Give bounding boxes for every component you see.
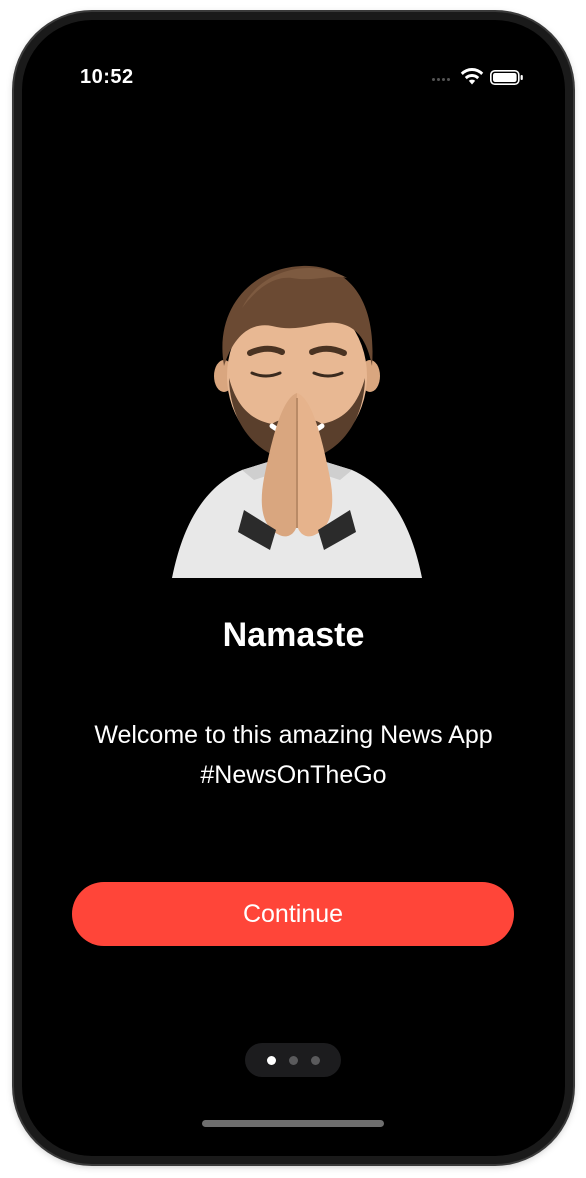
home-indicator[interactable]: [202, 1120, 384, 1127]
welcome-subtitle: Welcome to this amazing News App #NewsOn…: [94, 721, 493, 789]
status-bar: 10:52: [22, 20, 565, 120]
status-time: 10:52: [80, 66, 134, 88]
page-dot-3[interactable]: [310, 1055, 320, 1065]
continue-button[interactable]: Continue: [72, 882, 514, 946]
wifi-icon: [460, 68, 484, 85]
screen: 10:52 Namaste Welcome to this amazing Ne…: [22, 20, 565, 1156]
page-dot-2[interactable]: [288, 1055, 298, 1065]
signal-icon: [432, 78, 450, 81]
memoji-namaste-illustration: [172, 265, 422, 578]
welcome-title: Namaste: [222, 616, 365, 654]
page-dot-1[interactable]: [266, 1055, 276, 1065]
battery-icon: [490, 70, 523, 85]
phone-frame: 10:52 Namaste Welcome to this amazing Ne…: [14, 12, 573, 1164]
page-indicator[interactable]: [245, 1043, 341, 1077]
